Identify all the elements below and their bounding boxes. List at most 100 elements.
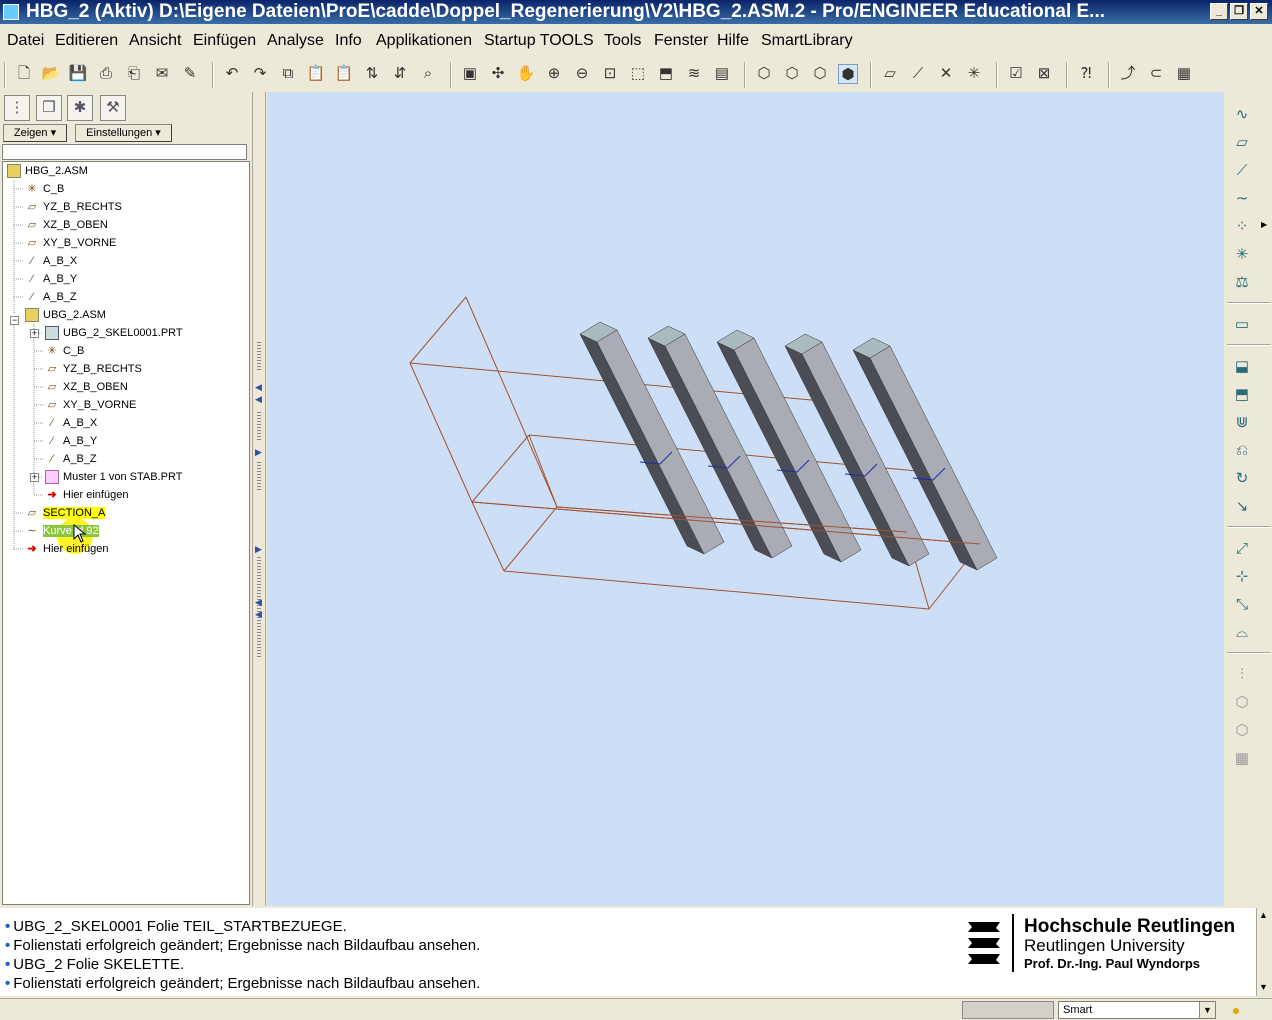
datum-axes-toggle-icon[interactable]: ⟋ [908, 64, 928, 84]
menu-info[interactable]: Info [335, 32, 362, 50]
minimize-button[interactable]: _ [1210, 3, 1228, 20]
collapse-arrow-icon[interactable]: ◀ [255, 609, 262, 620]
view-manager-icon[interactable]: ▤ [712, 64, 732, 84]
program-icon[interactable]: ▦ [1174, 64, 1194, 84]
flyout-arrow-icon[interactable]: ▶ [1261, 220, 1267, 229]
menu-hilfe[interactable]: Hilfe [717, 32, 749, 50]
maximize-button[interactable]: ❐ [1230, 3, 1248, 20]
menu-startup-tools[interactable]: Startup TOOLS [484, 32, 594, 50]
open-folder-icon[interactable]: 📂 [41, 64, 61, 84]
redo-icon[interactable]: ↷ [250, 64, 270, 84]
tree-item-sub-yz-b-rechts[interactable]: ▱ YZ_B_RECHTS [45, 361, 142, 377]
rib-tool-icon[interactable]: ⎌ [1231, 440, 1253, 462]
refit-icon[interactable]: ⊡ [600, 64, 620, 84]
tree-filter-input[interactable] [2, 144, 247, 160]
expand-arrow-icon[interactable]: ▶ [255, 447, 262, 458]
annotation-icon[interactable]: ▭ [1231, 314, 1253, 336]
folder-browser-tab-icon[interactable]: ❐ [36, 95, 62, 121]
regen-manager-icon[interactable]: ⇵ [390, 64, 410, 84]
new-file-icon[interactable]: 🗋 [14, 64, 34, 84]
copy-icon[interactable]: ⧉ [278, 64, 298, 84]
show-dropdown[interactable]: Zeigen ▾ [3, 124, 67, 142]
pan-hand-icon[interactable]: ✋ [516, 64, 536, 84]
send-mail-icon[interactable]: ✉ [152, 64, 172, 84]
search-binoculars-icon[interactable]: ⌕ [418, 64, 438, 84]
tree-item-insert-here-sub[interactable]: ➜ Hier einfügen [45, 487, 128, 503]
window-close-icon[interactable]: ⊠ [1034, 64, 1054, 84]
hole-tool-icon[interactable]: ↻ [1231, 468, 1253, 490]
csys-toggle-icon[interactable]: ✳ [964, 64, 984, 84]
spin-center-icon[interactable]: ✣ [488, 64, 508, 84]
collapse-arrow-icon[interactable]: ◀ [255, 394, 262, 405]
zoom-in-icon[interactable]: ⊕ [544, 64, 564, 84]
menu-analyse[interactable]: Analyse [267, 32, 324, 50]
cut-tool-icon[interactable]: ⋓ [1231, 412, 1253, 434]
tree-item-xz-b-oben[interactable]: ▱ XZ_B_OBEN [25, 217, 108, 233]
tree-item-a-b-y[interactable]: ⁄ A_B_Y [25, 271, 77, 287]
scroll-down-icon[interactable]: ▼ [1259, 982, 1268, 992]
assemble-component-icon[interactable]: ⬓ [1231, 356, 1253, 378]
sketch-curve-icon[interactable]: ⤴ [1118, 64, 1138, 84]
graphics-window[interactable] [267, 92, 1224, 906]
tree-item-xy-b-vorne[interactable]: ▱ XY_B_VORNE [25, 235, 117, 251]
layers-icon[interactable]: ≋ [684, 64, 704, 84]
tree-item-section-a[interactable]: ▱ SECTION_A [25, 505, 106, 521]
datum-point-icon[interactable]: ⁘ [1231, 216, 1253, 238]
print-icon[interactable]: ⎙ [96, 64, 116, 84]
paste-icon[interactable]: 📋 [306, 64, 326, 84]
close-button[interactable]: ✕ [1250, 3, 1268, 20]
sketched-datum-curve-icon[interactable]: ∿ [1231, 104, 1253, 126]
menu-editieren[interactable]: Editieren [55, 32, 118, 50]
tree-item-insert-here[interactable]: ➜ Hier einfügen [25, 541, 108, 557]
save-icon[interactable]: 💾 [68, 64, 88, 84]
datum-planes-toggle-icon[interactable]: ▱ [880, 64, 900, 84]
tree-item-a-b-z[interactable]: ⁄ A_B_Z [25, 289, 77, 305]
trim-disabled-icon[interactable]: ⬡ [1231, 720, 1253, 742]
merge-disabled-icon[interactable]: ⬡ [1231, 692, 1253, 714]
mirror-tool-icon[interactable]: ⊹ [1231, 566, 1253, 588]
datum-plane-icon[interactable]: ▱ [1231, 132, 1253, 154]
no-hidden-icon[interactable]: ⬡ [810, 64, 830, 84]
paste-special-icon[interactable]: 📋 [334, 64, 354, 84]
piping-icon[interactable]: ⊂ [1146, 64, 1166, 84]
edit-pen-icon[interactable]: ✎ [180, 64, 200, 84]
menu-applikationen[interactable]: Applikationen [376, 32, 472, 50]
chevron-down-icon[interactable]: ▼ [1199, 1002, 1215, 1018]
tree-item-sub-a-b-y[interactable]: ⁄ A_B_Y [45, 433, 97, 449]
mirror-disabled-icon[interactable]: ⫶ [1231, 664, 1253, 686]
favorites-tab-icon[interactable]: ✱ [67, 95, 93, 121]
datum-axis-icon[interactable]: ⟋ [1231, 160, 1253, 182]
tree-item-yz-b-rechts[interactable]: ▱ YZ_B_RECHTS [25, 199, 122, 215]
surface-tool-icon[interactable]: ⌓ [1231, 622, 1253, 644]
tree-item-sub-a-b-x[interactable]: ⁄ A_B_X [45, 415, 97, 431]
collapse-arrow-icon[interactable]: ◀ [255, 382, 262, 393]
saved-views-icon[interactable]: ⬒ [656, 64, 676, 84]
scroll-up-icon[interactable]: ▲ [1259, 910, 1268, 920]
datum-curve-icon[interactable]: ∼ [1231, 188, 1253, 210]
wireframe-icon[interactable]: ⬡ [754, 64, 774, 84]
expand-arrow-icon[interactable]: ▶ [255, 544, 262, 555]
model-tree-tab-icon[interactable]: ⋮ [4, 95, 30, 121]
context-help-icon[interactable]: ⁈ [1076, 64, 1096, 84]
selection-filter-select[interactable]: Smart ▼ [1058, 1001, 1216, 1019]
menu-fenster[interactable]: Fenster [654, 32, 708, 50]
repaint-icon[interactable]: ▣ [460, 64, 480, 84]
menu-einfuegen[interactable]: Einfügen [193, 32, 256, 50]
menu-tools[interactable]: Tools [604, 32, 641, 50]
print-preview-icon[interactable]: ⎗ [124, 64, 144, 84]
create-component-icon[interactable]: ⬒ [1231, 384, 1253, 406]
datum-points-toggle-icon[interactable]: ✕ [936, 64, 956, 84]
message-scrollbar[interactable]: ▲ ▼ [1256, 908, 1272, 996]
tree-item-ubg2-asm[interactable]: UBG_2.ASM [25, 307, 106, 323]
expand-skel-toggle[interactable]: + [30, 329, 39, 338]
regenerate-icon[interactable]: ⇅ [362, 64, 382, 84]
tree-item-ubg2-skel[interactable]: UBG_2_SKEL0001.PRT [45, 325, 183, 341]
tree-item-hbg2-asm[interactable]: HBG_2.ASM [7, 163, 88, 179]
tree-item-c-b[interactable]: ✳ C_B [25, 181, 64, 197]
panel-splitter[interactable]: ◀ ◀ ▶ ▶ ◀ ◀ [252, 92, 266, 906]
expand-pattern-toggle[interactable]: + [30, 473, 39, 482]
round-tool-icon[interactable]: ↘ [1231, 496, 1253, 518]
tree-item-a-b-x[interactable]: ⁄ A_B_X [25, 253, 77, 269]
connections-tab-icon[interactable]: ⚒ [100, 95, 126, 121]
reorient-icon[interactable]: ⬚ [628, 64, 648, 84]
